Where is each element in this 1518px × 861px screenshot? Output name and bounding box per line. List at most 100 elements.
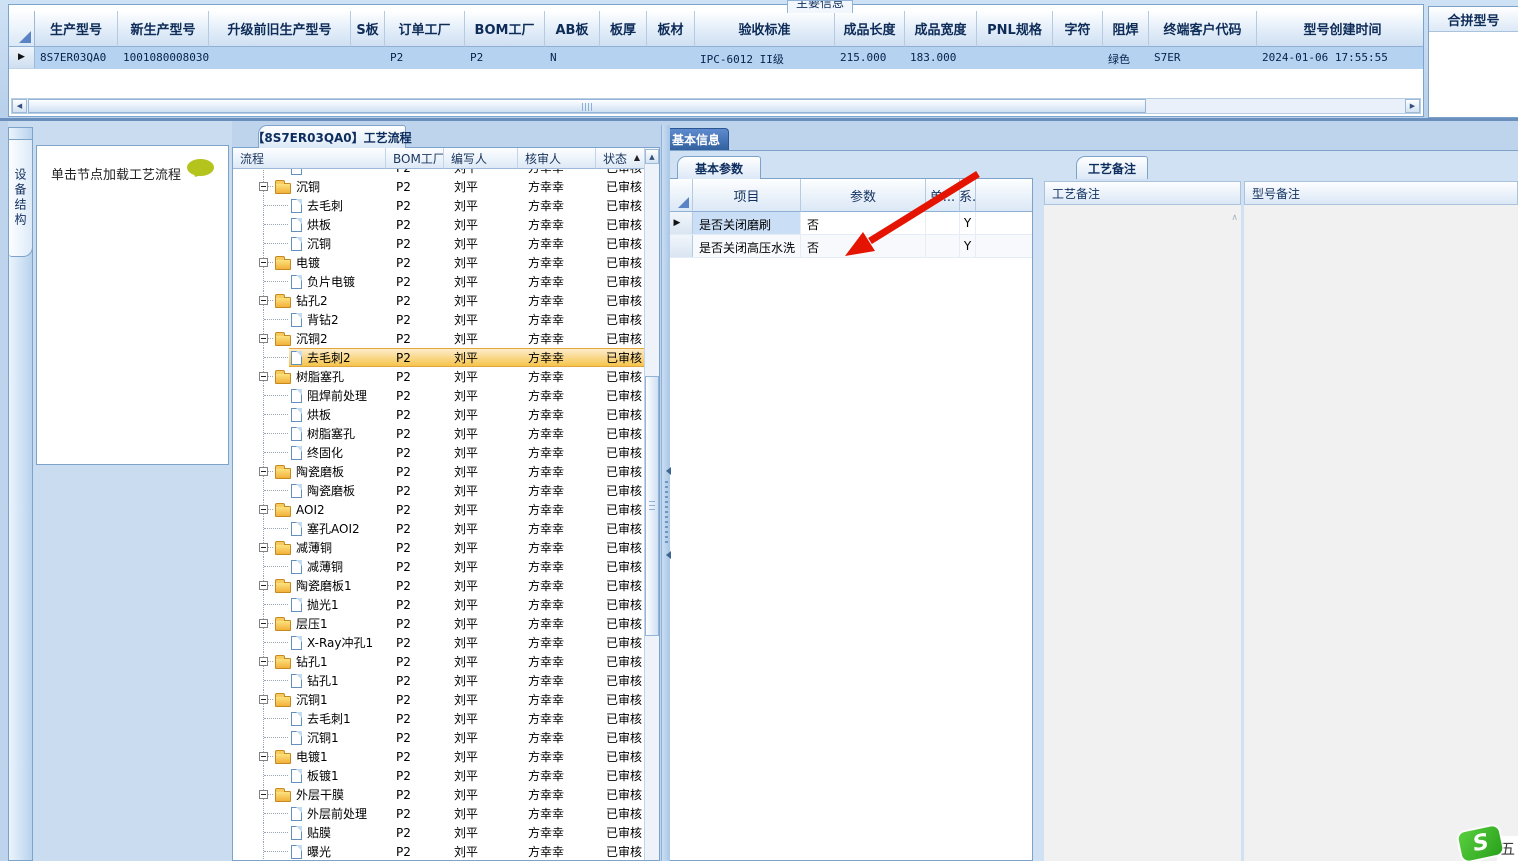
process-remark-textarea[interactable]: ∧ [1044,205,1241,861]
tree-row-cell[interactable]: 方幸幸 [518,671,596,690]
tree-row-cell[interactable]: 已审核 [596,709,644,728]
tree-row-cell[interactable]: 刘平 [444,766,518,785]
tree-row-cell[interactable]: 已审核 [596,728,644,747]
top-grid-cell[interactable] [977,47,1053,69]
tree-row-cell[interactable]: 刘平 [444,234,518,253]
top-grid-column-header[interactable]: AB板 [545,11,600,47]
tree-row-cell[interactable]: 已审核 [596,538,644,557]
tree-row-cell[interactable]: 已审核 [596,823,644,842]
param-column-header[interactable]: 参数 [801,179,926,212]
expand-minus-icon[interactable] [259,619,268,628]
tree-row-cell[interactable]: 已审核 [596,766,644,785]
top-grid-cell[interactable]: 10010800080303 [118,47,209,69]
tree-row-cell[interactable]: P2 [386,169,444,177]
tree-row-cell[interactable]: 刘平 [444,272,518,291]
tree-row-cell[interactable]: 方幸幸 [518,169,596,177]
top-grid-column-header[interactable]: 终端客户代码 [1149,11,1257,47]
tree-column-header[interactable]: 状态 ▲ [596,148,645,169]
top-grid-cell[interactable]: 215.000 [835,47,905,69]
tree-row-cell[interactable]: 刘平 [444,785,518,804]
expand-minus-icon[interactable] [259,752,268,761]
param-cell[interactable]: Y [960,212,976,234]
tree-row-cell[interactable]: 方幸幸 [518,500,596,519]
tree-row[interactable]: 钻孔2 P2 刘平 方幸幸 已审核 [233,291,644,310]
tree-row-cell[interactable]: 已审核 [596,614,644,633]
tab-process-flow[interactable]: 【8S7ER03QA0】工艺流程 [252,125,412,148]
tree-row[interactable]: 树脂塞孔 P2 刘平 方幸幸 已审核 [233,424,644,443]
top-grid-cell[interactable] [209,47,351,69]
tree-row-cell[interactable]: 已审核 [596,595,644,614]
top-grid-column-header[interactable]: 成品宽度 [905,11,977,47]
tree-row-cell[interactable]: 刘平 [444,652,518,671]
tree-row[interactable]: 背钻2 P2 刘平 方幸幸 已审核 [233,310,644,329]
tree-row-cell[interactable]: P2 [386,652,444,671]
tree-row-cell[interactable]: P2 [386,747,444,766]
tree-row[interactable]: 去毛刺 P2 刘平 方幸幸 已审核 [233,196,644,215]
tree-row[interactable]: 外层前处理 P2 刘平 方幸幸 已审核 [233,804,644,823]
tree-row-cell[interactable]: 已审核 [596,386,644,405]
tree-row-cell[interactable]: 已审核 [596,177,644,196]
tree-row-cell[interactable]: P2 [386,614,444,633]
vertical-scrollbar[interactable]: ▲ [644,148,659,860]
top-grid-cell[interactable]: 绿色 [1103,47,1149,69]
tree-row-cell[interactable]: P2 [386,804,444,823]
top-grid-cell[interactable]: P2 [465,47,545,69]
tree-row-cell[interactable]: 方幸幸 [518,690,596,709]
top-grid-cell[interactable] [600,47,647,69]
tree-row-cell[interactable]: 刘平 [444,557,518,576]
tree-row[interactable]: 负片电镀 P2 刘平 方幸幸 已审核 [233,272,644,291]
tree-row-cell[interactable]: 方幸幸 [518,329,596,348]
tree-row-cell[interactable]: 刘平 [444,747,518,766]
top-grid-cell[interactable]: S7ER [1149,47,1257,69]
tree-row[interactable]: 沉铜 P2 刘平 方幸幸 已审核 [233,177,644,196]
tree-row-cell[interactable]: 方幸幸 [518,728,596,747]
tree-row-cell[interactable]: 刘平 [444,291,518,310]
corner-select-icon[interactable] [9,11,35,47]
tree-row[interactable]: P2刘平方幸幸已审核 [233,169,644,177]
tree-row-cell[interactable]: P2 [386,310,444,329]
top-grid-data-row[interactable]: ▶ 8S7ER03QA0 10010800080303 P2 P2 N IPC-6012 … [9,47,1423,69]
tree-row-cell[interactable]: 已审核 [596,671,644,690]
tree-row-cell[interactable]: 已审核 [596,690,644,709]
tree-row[interactable]: 电镀 P2 刘平 方幸幸 已审核 [233,253,644,272]
tree-row-cell[interactable]: 方幸幸 [518,709,596,728]
tree-row-cell[interactable]: 已审核 [596,519,644,538]
tree-row-cell[interactable]: P2 [386,443,444,462]
tree-row-cell[interactable]: P2 [386,291,444,310]
model-remark-textarea[interactable] [1244,205,1518,861]
tree-row-cell[interactable]: P2 [386,500,444,519]
splitter-grip[interactable] [665,481,668,543]
expand-minus-icon[interactable] [259,296,268,305]
tree-row-cell[interactable]: P2 [386,234,444,253]
tree-row-cell[interactable]: 刘平 [444,614,518,633]
tree-row[interactable]: 沉铜2 P2 刘平 方幸幸 已审核 [233,329,644,348]
tree-row-cell[interactable]: 刘平 [444,538,518,557]
chevron-up-icon[interactable]: ∧ [1231,213,1238,223]
tree-row-cell[interactable]: 已审核 [596,310,644,329]
tree-row-cell[interactable]: P2 [386,595,444,614]
scroll-right-icon[interactable]: ▶ [1405,99,1420,113]
tree-row-cell[interactable]: 刘平 [444,169,518,177]
tree-row-cell[interactable]: 刘平 [444,671,518,690]
tree-row-cell[interactable]: 已审核 [596,253,644,272]
tree-row-cell[interactable]: 已审核 [596,842,644,860]
tree-row-cell[interactable]: P2 [386,481,444,500]
tree-row-cell[interactable]: 方幸幸 [518,272,596,291]
tree-row-cell[interactable]: 方幸幸 [518,291,596,310]
tree-row[interactable]: 烘板 P2 刘平 方幸幸 已审核 [233,215,644,234]
tree-row[interactable]: 抛光1 P2 刘平 方幸幸 已审核 [233,595,644,614]
top-grid-column-header[interactable]: S板 [351,11,385,47]
tree-column-header[interactable]: 编写人 [444,148,518,169]
tree-row-cell[interactable]: 刘平 [444,462,518,481]
tree-row-cell[interactable]: 刘平 [444,329,518,348]
tree-column-header[interactable]: 流程 [233,148,386,169]
tree-row-cell[interactable]: 已审核 [596,405,644,424]
tree-row[interactable]: 终固化 P2 刘平 方幸幸 已审核 [233,443,644,462]
tree-row-cell[interactable]: 已审核 [596,747,644,766]
tree-row-cell[interactable]: P2 [386,196,444,215]
tree-row-cell[interactable]: 已审核 [596,804,644,823]
tree-row[interactable]: 减薄铜 P2 刘平 方幸幸 已审核 [233,538,644,557]
tree-column-header[interactable]: BOM工厂 [386,148,444,169]
top-grid-column-header[interactable]: 升级前旧生产型号 [209,11,351,47]
param-cell[interactable] [926,235,960,257]
